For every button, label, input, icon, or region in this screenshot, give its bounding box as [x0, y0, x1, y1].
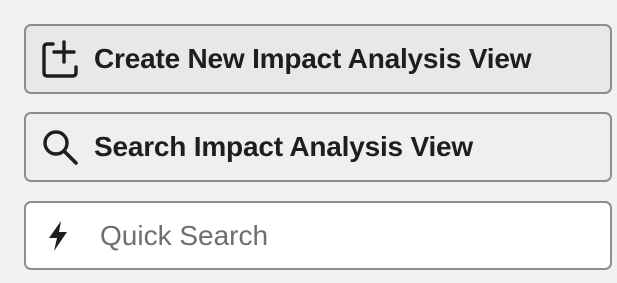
- create-impact-analysis-view-button[interactable]: Create New Impact Analysis View: [24, 24, 612, 94]
- impact-analysis-panel: Create New Impact Analysis View Search I…: [24, 24, 612, 270]
- lightning-bolt-icon: [46, 220, 70, 252]
- search-impact-analysis-view-label: Search Impact Analysis View: [94, 131, 474, 162]
- search-impact-analysis-view-button[interactable]: Search Impact Analysis View: [24, 112, 612, 182]
- search-icon: [40, 127, 80, 167]
- create-impact-analysis-view-label: Create New Impact Analysis View: [94, 43, 532, 74]
- add-view-icon: [40, 39, 80, 79]
- quick-search-field[interactable]: [24, 201, 612, 270]
- quick-search-input[interactable]: [100, 219, 580, 252]
